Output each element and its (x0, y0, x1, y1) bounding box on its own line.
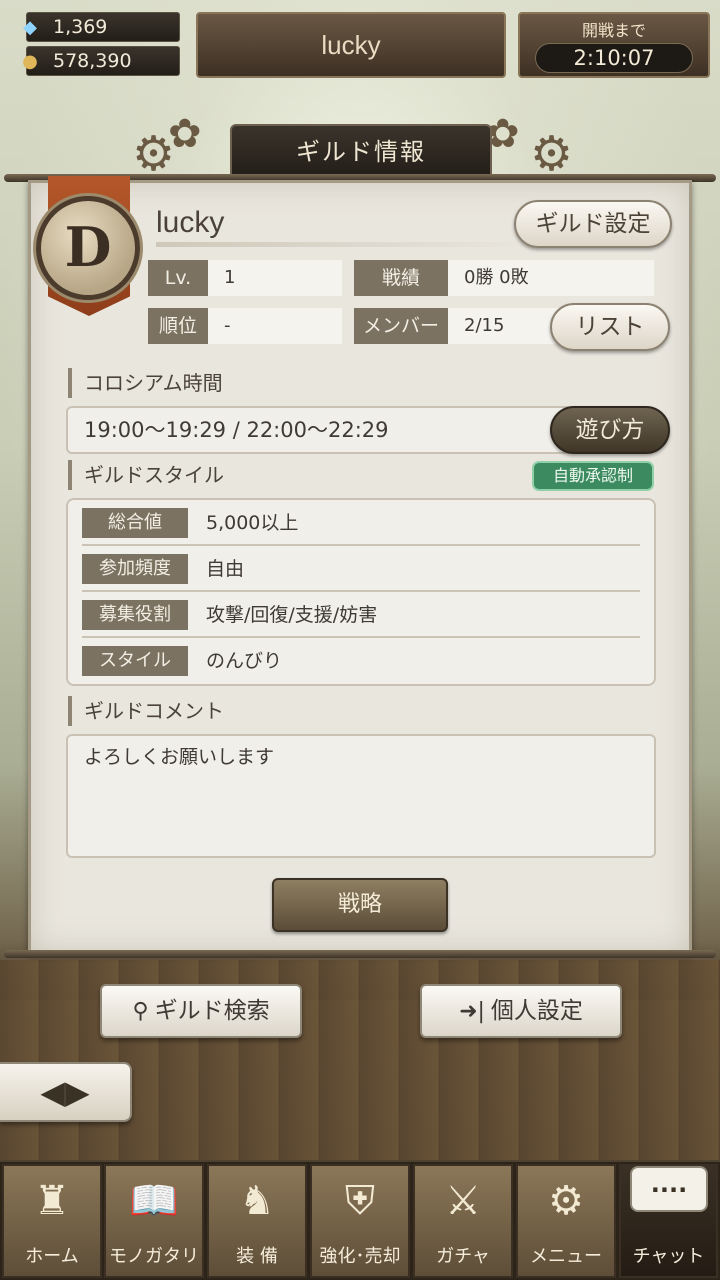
nav-enhance-sell[interactable]: ⛨ 強化･売却 (310, 1164, 410, 1278)
armor-icon: ♞ (239, 1178, 275, 1224)
member-label: メンバー (354, 308, 448, 344)
strategy-button[interactable]: 戦略 (272, 878, 448, 932)
guild-search-label: ギルド検索 (154, 998, 270, 1024)
nav-gacha[interactable]: ⚔ ガチャ (413, 1164, 513, 1278)
player-name-plate[interactable]: lucky (196, 12, 506, 78)
nav-label: 装 備 (236, 1246, 278, 1267)
level-label: Lv. (148, 260, 208, 296)
member-list-button[interactable]: リスト (550, 303, 670, 351)
nav-label: ホーム (25, 1246, 79, 1267)
coin-count: 578,390 (53, 50, 132, 72)
record-label: 戦績 (354, 260, 448, 296)
battle-timer: 開戦まで 2:10:07 (518, 12, 710, 78)
enter-arrow-icon: ➜| (459, 999, 485, 1024)
back-arrow-icon: ◀▶ (40, 1073, 90, 1111)
panel-title: ギルド情報 (230, 124, 492, 180)
style-row: 参加頻度 自由 (82, 546, 640, 592)
gem-counter: ◆ 1,369 (23, 12, 180, 42)
style-row-value: 攻撃/回復/支援/妨害 (206, 604, 378, 626)
guild-name: lucky (156, 206, 225, 239)
nav-home[interactable]: ♜ ホーム (2, 1164, 102, 1278)
crossed-swords-icon: ⚔ (445, 1178, 481, 1224)
gem-icon: ◆ (23, 17, 37, 38)
nav-label: チャット (632, 1246, 705, 1267)
style-row-label: 総合値 (82, 508, 188, 538)
nav-label: ガチャ (436, 1246, 490, 1267)
style-row-label: 募集役割 (82, 600, 188, 630)
personal-settings-label: 個人設定 (490, 998, 583, 1024)
guild-name-underline (156, 242, 536, 247)
book-icon: 📖 (129, 1178, 179, 1224)
style-row: スタイル のんびり (82, 638, 640, 684)
guild-comment-title: ギルドコメント (68, 696, 224, 726)
nav-menu[interactable]: ⚙ メニュー (516, 1164, 616, 1278)
style-row-label: スタイル (82, 646, 188, 676)
guild-comment-text: よろしくお願いします (66, 734, 656, 858)
coin-counter: ● 578,390 (22, 46, 180, 76)
guild-style-title: ギルドスタイル (68, 460, 224, 490)
auto-approval-badge: 自動承認制 (532, 461, 654, 491)
nav-equipment[interactable]: ♞ 装 備 (207, 1164, 307, 1278)
style-row: 総合値 5,000以上 (82, 500, 640, 546)
gem-count: 1,369 (53, 16, 108, 38)
style-row-value: のんびり (206, 650, 283, 672)
coin-icon: ● (22, 51, 38, 72)
personal-settings-button[interactable]: ➜| 個人設定 (420, 984, 622, 1038)
style-row-value: 自由 (206, 558, 245, 580)
mask-icon: ⛨ (345, 1178, 375, 1224)
guild-settings-button[interactable]: ギルド設定 (514, 200, 672, 248)
battle-timer-label: 開戦まで (581, 21, 646, 40)
rank-label: 順位 (148, 308, 208, 344)
style-row: 募集役割 攻撃/回復/支援/妨害 (82, 592, 640, 638)
how-to-play-button[interactable]: 遊び方 (550, 406, 670, 454)
flower-left-icon: ✿ (168, 111, 202, 157)
nav-label: 強化･売却 (319, 1246, 401, 1267)
level-value: 1 (208, 260, 342, 296)
nav-label: モノガタリ (109, 1246, 199, 1267)
colosseum-time-title: コロシアム時間 (68, 368, 223, 398)
bottom-rod (4, 950, 716, 958)
guild-search-button[interactable]: ⚲ ギルド検索 (100, 984, 302, 1038)
battle-timer-value: 2:10:07 (535, 43, 693, 73)
gear-right-icon: ⚙ (530, 126, 574, 182)
gears-icon: ⚙ (548, 1178, 584, 1224)
back-button[interactable]: ◀▶ (0, 1062, 132, 1122)
style-row-value: 5,000以上 (206, 512, 299, 534)
nav-label: メニュー (530, 1246, 602, 1267)
record-value: 0勝 0敗 (448, 260, 654, 296)
guild-style-box: 総合値 5,000以上 参加頻度 自由 募集役割 攻撃/回復/支援/妨害 スタイ… (66, 498, 656, 686)
nav-story[interactable]: 📖 モノガタリ (104, 1164, 204, 1278)
guild-rank-emblem: D (36, 196, 140, 300)
chat-bubble-icon[interactable]: .... (630, 1166, 708, 1212)
search-icon: ⚲ (132, 999, 149, 1024)
rank-value: - (208, 308, 342, 344)
style-row-label: 参加頻度 (82, 554, 188, 584)
castle-icon: ♜ (34, 1178, 70, 1224)
player-name: lucky (321, 30, 381, 60)
